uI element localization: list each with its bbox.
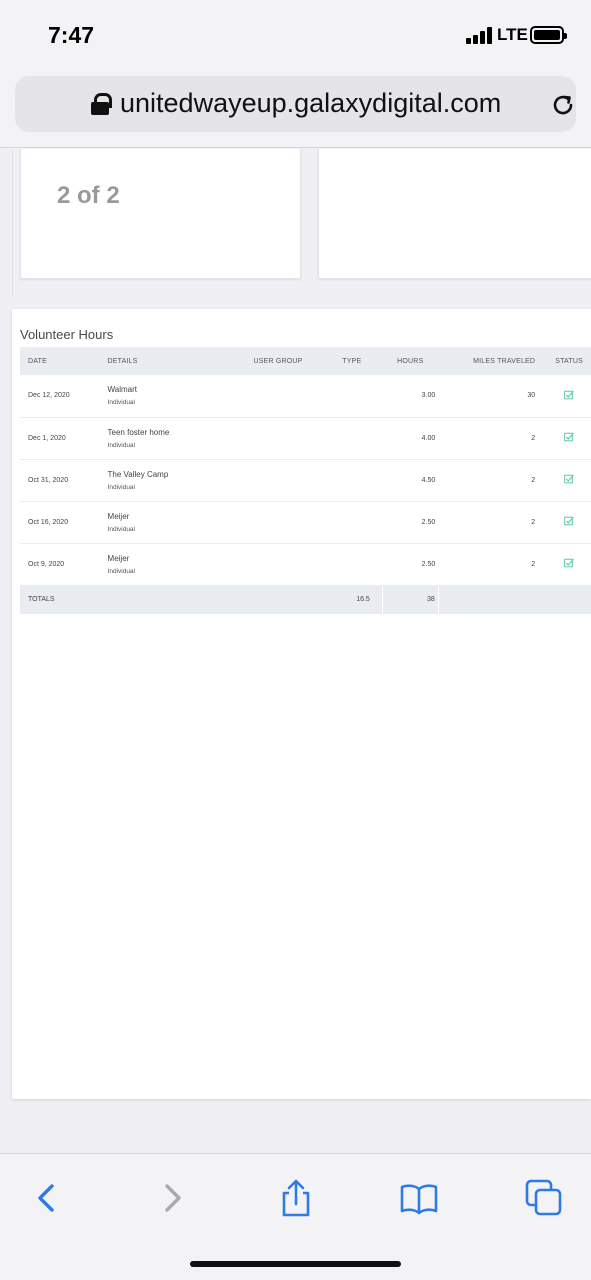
table-row[interactable]: Oct 9, 2020 Meijer Individual 2.50 2 bbox=[20, 543, 591, 586]
row-user-group bbox=[234, 459, 322, 502]
row-status bbox=[547, 543, 591, 586]
row-date: Dec 12, 2020 bbox=[20, 375, 108, 418]
row-hours: 4.00 bbox=[382, 417, 439, 460]
row-type bbox=[321, 375, 383, 418]
reload-icon[interactable] bbox=[550, 92, 576, 118]
row-details-name[interactable]: The Valley Camp bbox=[108, 470, 235, 479]
row-details[interactable]: Meijer Individual bbox=[107, 501, 235, 544]
row-type bbox=[321, 417, 383, 460]
row-status bbox=[547, 417, 591, 460]
totals-empty bbox=[438, 585, 548, 614]
column-header-status[interactable]: STATUS bbox=[547, 347, 591, 375]
row-details-name[interactable]: Meijer bbox=[108, 554, 235, 563]
forward-icon[interactable] bbox=[152, 1178, 192, 1218]
row-details[interactable]: Meijer Individual bbox=[107, 543, 235, 586]
totals-empty bbox=[107, 585, 235, 614]
row-details-sub: Individual bbox=[107, 567, 135, 575]
table-row[interactable]: Oct 16, 2020 Meijer Individual 2.50 2 bbox=[20, 501, 591, 544]
pagination-label: 2 of 2 bbox=[57, 182, 120, 209]
row-details-sub: Individual bbox=[107, 441, 135, 449]
back-icon[interactable] bbox=[26, 1178, 66, 1218]
volunteer-hours-card: Volunteer Hours DATE DETAILS USER GROUP … bbox=[12, 309, 591, 1099]
approved-check-icon bbox=[564, 390, 574, 399]
column-header-date[interactable]: DATE bbox=[20, 347, 108, 375]
row-miles: 2 bbox=[438, 501, 548, 544]
column-header-type[interactable]: TYPE bbox=[321, 347, 383, 375]
totals-miles: 38 bbox=[382, 585, 439, 614]
row-date: Oct 31, 2020 bbox=[20, 459, 108, 502]
row-details[interactable]: Teen foster home Individual bbox=[107, 417, 235, 460]
network-type: LTE bbox=[497, 25, 528, 44]
column-header-hours[interactable]: HOURS bbox=[382, 347, 439, 375]
row-details-name[interactable]: Meijer bbox=[108, 512, 235, 521]
row-details[interactable]: Walmart Individual bbox=[107, 375, 235, 418]
row-type bbox=[321, 543, 383, 586]
browser-toolbar bbox=[0, 1153, 591, 1280]
row-type bbox=[321, 459, 383, 502]
row-hours: 4.50 bbox=[382, 459, 439, 502]
row-date: Oct 9, 2020 bbox=[20, 543, 108, 586]
row-details-name[interactable]: Teen foster home bbox=[108, 428, 235, 437]
row-user-group bbox=[234, 417, 322, 460]
volunteer-hours-title: Volunteer Hours bbox=[20, 327, 114, 342]
page-content: 2 of 2 Volunteer Hours DATE DETAILS USER… bbox=[0, 149, 591, 1153]
row-status bbox=[547, 459, 591, 502]
share-icon[interactable] bbox=[276, 1178, 316, 1218]
column-header-details[interactable]: DETAILS bbox=[107, 347, 235, 375]
table-header-row: DATE DETAILS USER GROUP TYPE HOURS MILES… bbox=[20, 347, 591, 375]
approved-check-icon bbox=[564, 558, 574, 568]
approved-check-icon bbox=[564, 432, 574, 442]
column-header-miles-traveled[interactable]: MILES TRAVELED bbox=[438, 347, 548, 375]
row-hours: 2.50 bbox=[382, 501, 439, 544]
row-user-group bbox=[234, 375, 322, 418]
row-status bbox=[547, 375, 591, 418]
volunteer-hours-table: DATE DETAILS USER GROUP TYPE HOURS MILES… bbox=[20, 347, 591, 614]
bookmarks-icon[interactable] bbox=[399, 1178, 439, 1218]
row-miles: 2 bbox=[438, 417, 548, 460]
status-bar: 7:47 LTE bbox=[0, 0, 591, 70]
home-indicator bbox=[190, 1261, 401, 1267]
totals-empty bbox=[547, 585, 591, 614]
signal-icon bbox=[466, 27, 494, 44]
row-user-group bbox=[234, 501, 322, 544]
row-date: Dec 1, 2020 bbox=[20, 417, 108, 460]
status-time: 7:47 bbox=[48, 22, 95, 48]
totals-empty bbox=[234, 585, 322, 614]
lock-icon bbox=[91, 93, 112, 115]
approved-check-icon bbox=[564, 516, 574, 526]
battery-icon bbox=[530, 26, 567, 44]
row-hours: 2.50 bbox=[382, 543, 439, 586]
row-type bbox=[321, 501, 383, 544]
tabs-icon[interactable] bbox=[524, 1178, 564, 1218]
row-details-sub: Individual bbox=[107, 399, 135, 407]
approved-check-icon bbox=[564, 474, 574, 484]
totals-label: TOTALS bbox=[20, 585, 108, 614]
row-hours: 3.00 bbox=[382, 375, 439, 418]
row-status bbox=[547, 501, 591, 544]
totals-hours: 16.5 bbox=[321, 585, 383, 614]
address-bar[interactable]: unitedwayeup.galaxydigital.com bbox=[15, 76, 576, 132]
row-miles: 30 bbox=[438, 375, 548, 418]
row-details-name[interactable]: Walmart bbox=[108, 385, 235, 394]
pagination-card: 2 of 2 bbox=[20, 149, 301, 279]
row-user-group bbox=[234, 543, 322, 586]
browser-address-area: unitedwayeup.galaxydigital.com bbox=[0, 70, 591, 148]
table-row[interactable]: Dec 1, 2020 Teen foster home Individual … bbox=[20, 417, 591, 460]
row-details[interactable]: The Valley Camp Individual bbox=[107, 459, 235, 502]
totals-row: TOTALS 16.5 38 bbox=[20, 585, 591, 614]
row-miles: 2 bbox=[438, 543, 548, 586]
row-date: Oct 16, 2020 bbox=[20, 501, 108, 544]
table-row[interactable]: Oct 31, 2020 The Valley Camp Individual … bbox=[20, 459, 591, 502]
column-header-user-group[interactable]: USER GROUP bbox=[234, 347, 322, 375]
url-text[interactable]: unitedwayeup.galaxydigital.com bbox=[120, 88, 501, 119]
info-card bbox=[318, 149, 591, 279]
row-details-sub: Individual bbox=[107, 483, 135, 491]
row-miles: 2 bbox=[438, 459, 548, 502]
table-row[interactable]: Dec 12, 2020 Walmart Individual 3.00 30 bbox=[20, 375, 591, 418]
row-details-sub: Individual bbox=[107, 525, 135, 533]
